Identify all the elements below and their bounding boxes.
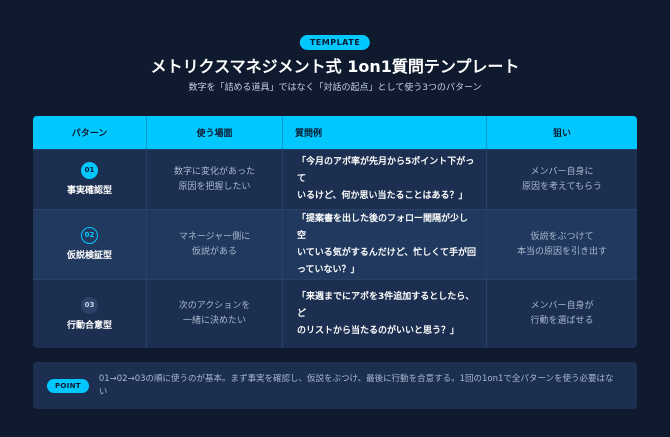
- aim-line: メンバー自身が: [530, 301, 594, 311]
- header-question: 質問例: [283, 116, 487, 149]
- aim-cell: メンバー自身が 行動を選ばせる: [487, 280, 637, 348]
- question-cell: 「今月のアポ率が先月から5ポイント下がって いるけど、何か思い当たることはある？…: [283, 150, 487, 209]
- point-text: 01→02→03の順に使うのが基本。まず事実を確認し、仮説をぶつけ、最後に行動を…: [99, 373, 614, 399]
- question-line: のリストから当たるのがいいと思う？」: [297, 325, 460, 336]
- question-cell: 「来週までにアポを3件追加するとしたら、ど のリストから当たるのがいいと思う？」: [283, 280, 487, 348]
- aim-line: 行動を選ばせる: [530, 316, 594, 326]
- question-line: 「今月のアポ率が先月から5ポイント下がって: [297, 157, 475, 184]
- question-line: 「提案書を出した後のフォロー間隔が少し空: [297, 213, 469, 241]
- header-pattern: パターン: [33, 116, 147, 149]
- pattern-cell: 02 仮説検証型: [33, 210, 147, 279]
- table-row: 03 行動合意型 次のアクションを 一緒に決めたい 「来週までにアポを3件追加す…: [33, 279, 637, 348]
- table-row: 02 仮説検証型 マネージャー側に 仮説がある 「提案書を出した後のフォロー間隔…: [33, 209, 637, 279]
- aim-line: メンバー自身に: [530, 166, 594, 177]
- pattern-cell: 03 行動合意型: [33, 280, 147, 348]
- page-title: メトリクスマネジメント式 1on1質問テンプレート: [150, 57, 520, 76]
- aim-line: 本当の原因を引き出す: [516, 246, 607, 257]
- template-badge: TEMPLATE: [299, 35, 371, 50]
- header-aim: 狙い: [552, 129, 571, 139]
- header-scene: 使う場面: [147, 116, 283, 149]
- pattern-number-badge: 01: [81, 162, 98, 179]
- scene-cell: 次のアクションを 一緒に決めたい: [147, 280, 283, 348]
- question-line: いている気がするんだけど、忙しくて手が回: [297, 247, 477, 258]
- pattern-cell: 01 事実確認型: [33, 150, 147, 209]
- aim-cell: メンバー自身に 原因を考えてもらう: [487, 150, 637, 209]
- pattern-name: 仮説検証型: [66, 251, 112, 261]
- question-template-table: パターン 使う場面 質問例 狙い 01 事実確認型 数字に変化があった 原因を把…: [33, 116, 637, 348]
- pattern-name: 事実確認型: [66, 186, 112, 196]
- point-text-line: 01→02→03の順に使うのが基本。まず事実を確認し、仮説をぶつけ、最後に行動を…: [98, 373, 614, 384]
- scene-line: 原因を把握したい: [178, 181, 251, 192]
- pattern-number-badge: 02: [81, 227, 98, 244]
- aim-line: 仮説をぶつけて: [530, 231, 594, 242]
- scene-line: マネージャー側に: [178, 231, 251, 242]
- question-line: 「来週までにアポを3件追加するとしたら、ど: [297, 291, 475, 319]
- point-box: POINT 01→02→03の順に使うのが基本。まず事実を確認し、仮説をぶつけ、…: [33, 362, 637, 409]
- table-row: 01 事実確認型 数字に変化があった 原因を把握したい 「今月のアポ率が先月から…: [33, 149, 637, 209]
- aim-line: 原因を考えてもらう: [521, 181, 603, 192]
- scene-line: 仮説がある: [191, 246, 237, 257]
- scene-line: 数字に変化があった: [173, 166, 255, 177]
- pattern-name: 行動合意型: [66, 320, 112, 331]
- table-header-row: パターン 使う場面 質問例 狙い: [33, 116, 637, 149]
- scene-line: 一緒に決めたい: [182, 316, 246, 326]
- aim-cell: 仮説をぶつけて 本当の原因を引き出す: [487, 210, 637, 279]
- scene-line: 次のアクションを: [178, 301, 251, 311]
- question-line: いるけど、何か思い当たることはある？」: [297, 191, 468, 201]
- question-line: っていない？」: [297, 264, 360, 275]
- pattern-number-badge: 03: [81, 296, 98, 314]
- question-cell: 「提案書を出した後のフォロー間隔が少し空 いている気がするんだけど、忙しくて手が…: [283, 210, 487, 279]
- scene-cell: マネージャー側に 仮説がある: [147, 210, 283, 279]
- point-badge: POINT: [47, 378, 89, 393]
- point-text-line: い: [98, 386, 108, 397]
- scene-cell: 数字に変化があった 原因を把握したい: [147, 150, 283, 209]
- page-subtitle: 数字を「詰める道具」ではなく「対話の起点」として使う3つのパターン: [188, 83, 482, 93]
